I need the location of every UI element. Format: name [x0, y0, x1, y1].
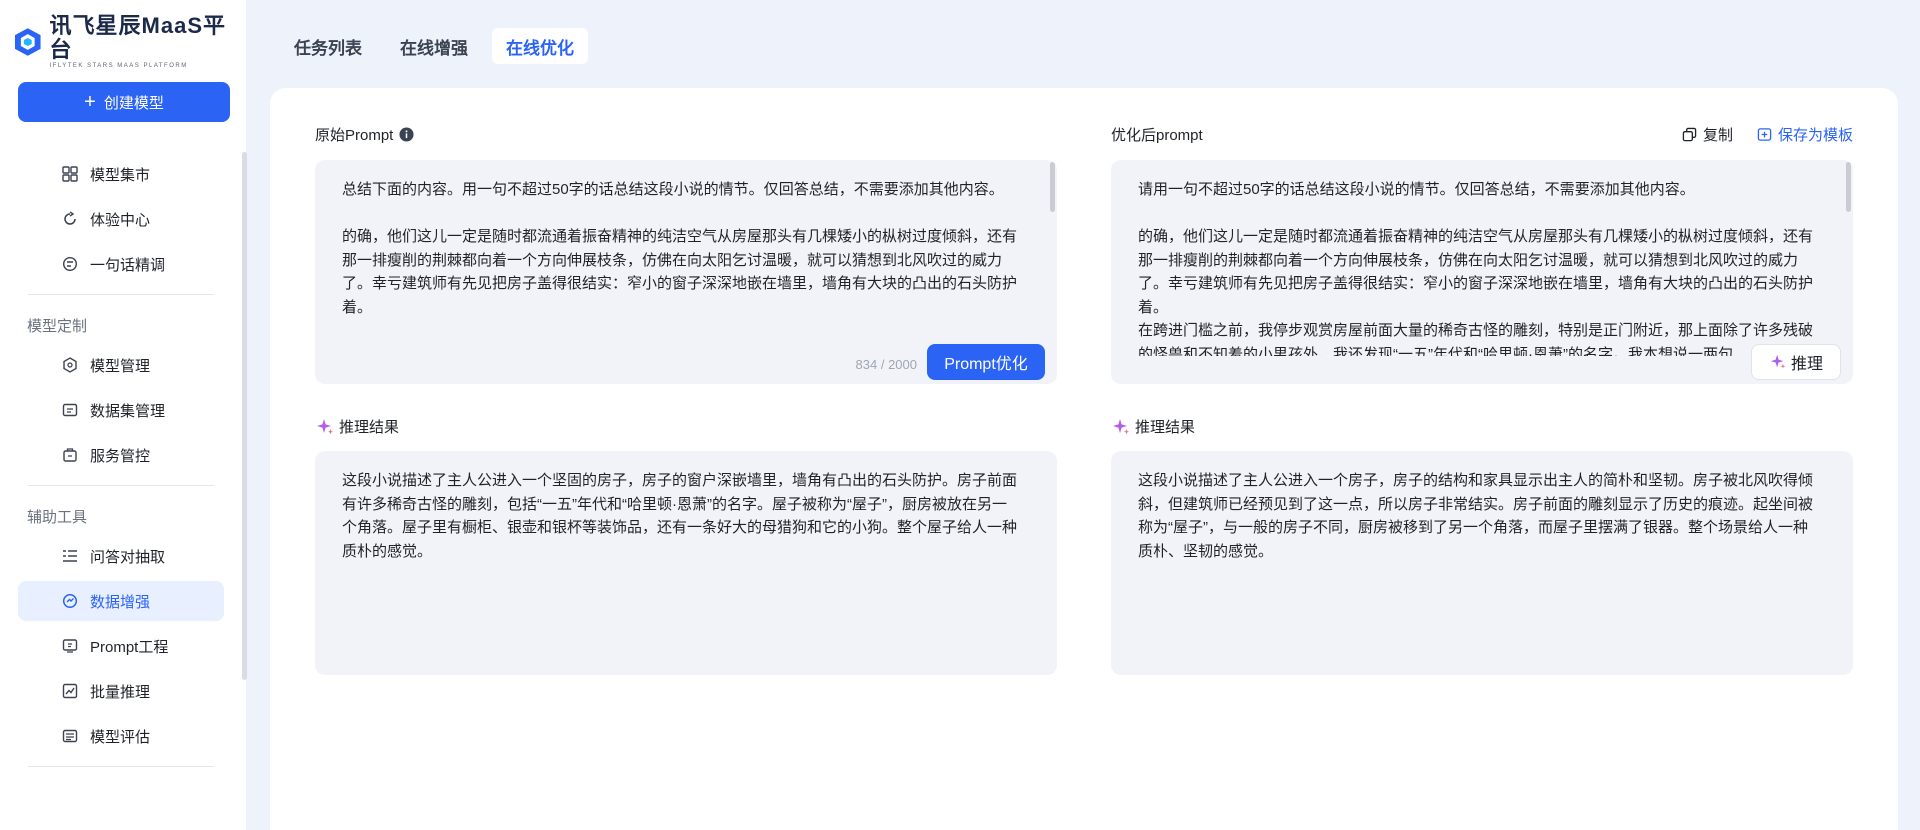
- sidebar-item-label: 模型评估: [90, 728, 151, 746]
- nav-group-tools: 辅助工具: [27, 508, 88, 526]
- sidebar-item-dataset-management[interactable]: 数据集管理: [18, 390, 224, 430]
- left-result-title: 推理结果: [339, 419, 400, 436]
- nav-divider: [28, 485, 214, 486]
- service-icon: [63, 448, 77, 462]
- right-result-header: 推理结果: [1111, 416, 1195, 437]
- optimized-prompt-title: 优化后prompt: [1111, 126, 1203, 144]
- optimized-prompt-text[interactable]: 请用一句不超过50字的话总结这段小说的情节。仅回答总结，不需要添加其他内容。 的…: [1138, 178, 1814, 356]
- template-icon: [1757, 128, 1772, 141]
- top-tabs: 任务列表 在线增强 在线优化: [280, 28, 588, 64]
- prompt-icon: [62, 639, 78, 653]
- sidebar-item-label: 模型集市: [90, 166, 151, 184]
- sidebar-item-model-evaluation[interactable]: 模型评估: [18, 716, 224, 756]
- sidebar-item-label: 问答对抽取: [90, 548, 166, 566]
- sidebar-nav: 模型集市 体验中心 一句话精调 模型定制 模型管理 数据集管理 服务管控 辅助工…: [18, 154, 224, 777]
- sidebar-item-label: 数据集管理: [90, 402, 166, 420]
- optimized-prompt-input[interactable]: 请用一句不超过50字的话总结这段小说的情节。仅回答总结，不需要添加其他内容。 的…: [1111, 160, 1853, 384]
- chart-icon: [62, 683, 78, 699]
- optimized-prompt-header: 优化后prompt 复制 保存为模板: [1111, 124, 1853, 145]
- model-icon: [63, 357, 77, 373]
- info-icon[interactable]: [399, 126, 414, 142]
- original-prompt-input[interactable]: 总结下面的内容。用一句不超过50字的话总结这段小说的情节。仅回答总结，不需要添加…: [315, 160, 1057, 384]
- sidebar-item-service-control[interactable]: 服务管控: [18, 435, 224, 475]
- sparkle-icon: [1770, 354, 1786, 369]
- tab-online-optimize[interactable]: 在线优化: [492, 28, 588, 64]
- header-actions: 复制 保存为模板: [1682, 124, 1853, 145]
- sidebar-item-prompt-engineering[interactable]: Prompt工程: [18, 626, 224, 666]
- copy-label: 复制: [1702, 127, 1733, 144]
- sidebar-item-label: 数据增强: [90, 593, 151, 611]
- list-icon: [63, 550, 77, 562]
- tune-icon: [62, 256, 78, 272]
- sidebar-item-quick-tune[interactable]: 一句话精调: [18, 244, 224, 284]
- refresh-icon: [64, 211, 76, 225]
- right-result-text: 这段小说描述了主人公进入一个房子，房子的结构和家具显示出主人的简朴和坚韧。房子被…: [1138, 472, 1814, 560]
- textarea-scrollbar[interactable]: [1050, 162, 1055, 212]
- sidebar-item-data-enhance[interactable]: 数据增强: [18, 581, 224, 621]
- nav-divider: [28, 294, 214, 295]
- sidebar-item-model-market[interactable]: 模型集市: [18, 154, 224, 194]
- sidebar-scrollbar[interactable]: [242, 152, 247, 680]
- sidebar-item-label: 体验中心: [90, 211, 151, 229]
- textarea-scrollbar[interactable]: [1846, 162, 1851, 212]
- sidebar-item-batch-inference[interactable]: 批量推理: [18, 671, 224, 711]
- sidebar-item-model-management[interactable]: 模型管理: [18, 345, 224, 385]
- logo-title: 讯飞星辰MaaS平台: [49, 13, 226, 62]
- sidebar-item-label: 一句话精调: [90, 256, 166, 274]
- infer-button[interactable]: 推理: [1751, 344, 1841, 380]
- sparkle-icon: [317, 418, 333, 434]
- left-result-text: 这段小说描述了主人公进入一个坚固的房子，房子的窗户深嵌墙里，墙角有凸出的石头防护…: [342, 472, 1018, 560]
- enhance-icon: [62, 593, 78, 609]
- create-model-label: 创建模型: [103, 94, 164, 112]
- sidebar-item-label: 批量推理: [90, 683, 151, 701]
- copy-icon: [1682, 127, 1697, 142]
- original-prompt-header: 原始Prompt: [315, 124, 1057, 144]
- original-prompt-title: 原始Prompt: [315, 126, 394, 144]
- logo-icon: [14, 28, 41, 56]
- eval-icon: [62, 729, 78, 743]
- infer-label: 推理: [1790, 356, 1823, 373]
- create-model-button[interactable]: + 创建模型: [18, 82, 230, 122]
- main-panel: 原始Prompt 总结下面的内容。用一句不超过50字的话总结这段小说的情节。仅回…: [270, 88, 1898, 830]
- original-prompt-text[interactable]: 总结下面的内容。用一句不超过50字的话总结这段小说的情节。仅回答总结，不需要添加…: [342, 178, 1018, 356]
- logo[interactable]: 讯飞星辰MaaS平台 IFLYTEK STARS MAAS PLATFORM: [12, 14, 246, 70]
- sidebar-item-label: 模型管理: [90, 357, 151, 375]
- nav-divider: [28, 766, 214, 767]
- left-result-header: 推理结果: [315, 416, 399, 437]
- tab-task-list[interactable]: 任务列表: [280, 28, 376, 64]
- char-counter: 834 / 2000: [855, 357, 917, 372]
- sparkle-icon: [1113, 418, 1129, 434]
- grid-icon: [62, 166, 78, 182]
- sidebar: 讯飞星辰MaaS平台 IFLYTEK STARS MAAS PLATFORM +…: [0, 0, 247, 830]
- sidebar-item-label: Prompt工程: [90, 638, 169, 656]
- right-result-box: 这段小说描述了主人公进入一个房子，房子的结构和家具显示出主人的简朴和坚韧。房子被…: [1111, 451, 1853, 675]
- tab-online-enhance[interactable]: 在线增强: [386, 28, 482, 64]
- save-template-label: 保存为模板: [1777, 127, 1853, 144]
- sidebar-item-label: 服务管控: [90, 447, 151, 465]
- right-result-title: 推理结果: [1135, 419, 1196, 436]
- copy-button[interactable]: 复制: [1682, 124, 1733, 145]
- sidebar-item-qa-extraction[interactable]: 问答对抽取: [18, 536, 224, 576]
- logo-subtitle: IFLYTEK STARS MAAS PLATFORM: [49, 63, 188, 69]
- left-result-box: 这段小说描述了主人公进入一个坚固的房子，房子的窗户深嵌墙里，墙角有凸出的石头防护…: [315, 451, 1057, 675]
- prompt-optimize-button[interactable]: Prompt优化: [927, 344, 1045, 380]
- nav-group-custom: 模型定制: [27, 317, 88, 335]
- plus-icon: +: [84, 91, 96, 113]
- dataset-icon: [62, 403, 78, 417]
- save-template-button[interactable]: 保存为模板: [1757, 124, 1853, 145]
- sidebar-item-experience[interactable]: 体验中心: [18, 199, 224, 239]
